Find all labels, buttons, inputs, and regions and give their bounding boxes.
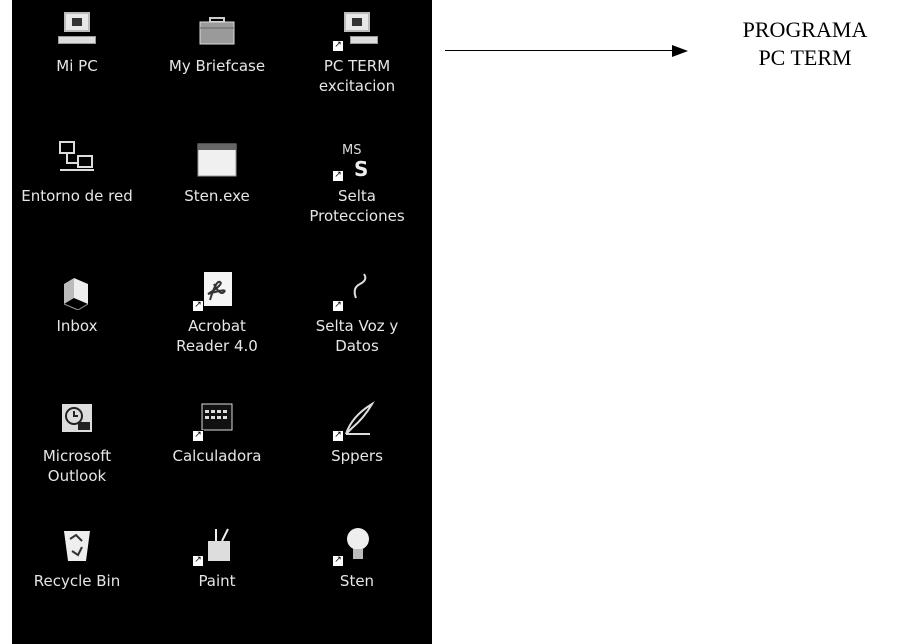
icon-label: Selta Voz y Datos — [315, 317, 399, 355]
shortcut-arrow-icon: ↗ — [192, 300, 204, 312]
shortcut-arrow-icon: ↗ — [332, 430, 344, 442]
icon-label: My Briefcase — [168, 57, 266, 75]
icon-label: Sppers — [331, 447, 383, 465]
window-icon — [196, 140, 238, 180]
shortcut-arrow-icon: ↗ — [332, 170, 344, 182]
desktop-icon-recycle-bin[interactable]: Recycle Bin — [12, 525, 142, 591]
icon-label: PC TERM excitacion — [318, 57, 396, 95]
desktop-icon-my-briefcase[interactable]: My Briefcase — [152, 10, 282, 76]
ms-s-icon: MS S ↗ — [332, 140, 378, 182]
desktop-icon-mi-pc[interactable]: Mi PC — [12, 10, 142, 76]
acrobat-icon: ↗ — [192, 270, 238, 312]
desktop-icon-paint[interactable]: ↗ Paint — [152, 525, 282, 591]
icon-label: Recycle Bin — [33, 572, 121, 590]
icon-label: Calculadora — [172, 447, 262, 465]
icon-label: Inbox — [56, 317, 98, 335]
computer-icon — [56, 10, 98, 50]
desktop-icon-sten[interactable]: ↗ Sten — [292, 525, 422, 591]
icon-label: Sten.exe — [184, 187, 250, 205]
desktop-icon-inbox[interactable]: Inbox — [12, 270, 142, 336]
desktop-icon-calculadora[interactable]: ↗ Calculadora — [152, 400, 282, 466]
selta-voz-icon: ↗ — [332, 270, 378, 312]
desktop-icon-microsoft-outlook[interactable]: Microsoft Outlook — [12, 400, 142, 486]
icon-label: Entorno de red — [21, 187, 133, 205]
desktop-icon-pc-term[interactable]: ↗ PC TERM excitacion — [292, 10, 422, 96]
desktop-icon-selta-voz-datos[interactable]: ↗ Selta Voz y Datos — [292, 270, 422, 356]
desktop-icon-acrobat-reader[interactable]: ↗ Acrobat Reader 4.0 — [152, 270, 282, 356]
recycle-bin-icon — [56, 525, 98, 565]
desktop-icon-sten-exe[interactable]: Sten.exe — [152, 140, 282, 206]
callout-line2: PC TERM — [758, 45, 852, 70]
inbox-icon — [56, 270, 98, 311]
desktop: Mi PC My Briefcase ↗ PC TERM excitacion … — [12, 0, 432, 644]
callout-arrow-line — [445, 50, 675, 51]
icon-label: Paint — [198, 572, 236, 590]
shortcut-arrow-icon: ↗ — [192, 430, 204, 442]
desktop-icon-sppers[interactable]: ↗ Sppers — [292, 400, 422, 466]
shortcut-arrow-icon: ↗ — [332, 40, 344, 52]
quill-icon: ↗ — [332, 400, 378, 442]
svg-text:S: S — [354, 157, 368, 180]
shortcut-arrow-icon: ↗ — [192, 555, 204, 567]
desktop-icon-selta-protecciones[interactable]: MS S ↗ Selta Protecciones — [292, 140, 422, 226]
callout-label: PROGRAMA PC TERM — [715, 16, 895, 72]
desktop-icon-entorno-de-red[interactable]: Entorno de red — [12, 140, 142, 206]
network-icon — [56, 140, 98, 180]
callout-arrow-head-icon — [672, 45, 688, 57]
lightbulb-icon: ↗ — [332, 525, 378, 567]
icon-label: Selta Protecciones — [309, 187, 405, 225]
outlook-icon — [56, 400, 98, 440]
icon-label: Sten — [339, 572, 375, 590]
icon-label: Acrobat Reader 4.0 — [176, 317, 258, 355]
shortcut-arrow-icon: ↗ — [332, 555, 344, 567]
svg-text:MS: MS — [342, 143, 361, 158]
paint-icon: ↗ — [192, 525, 238, 567]
icon-label: Mi PC — [56, 57, 98, 75]
callout-line1: PROGRAMA — [742, 17, 868, 42]
pc-term-icon: ↗ — [332, 10, 378, 52]
shortcut-arrow-icon: ↗ — [332, 300, 344, 312]
briefcase-icon — [196, 10, 238, 50]
calculator-icon: ↗ — [192, 400, 238, 442]
icon-label: Microsoft Outlook — [42, 447, 112, 485]
